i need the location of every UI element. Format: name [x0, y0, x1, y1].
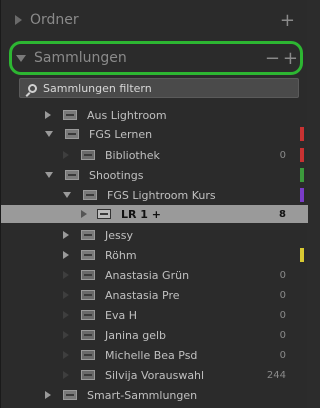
color-label-marker [300, 168, 304, 182]
collection-set-row[interactable]: Röhm [1, 246, 308, 264]
collection-icon [81, 270, 95, 280]
collections-panel: Ordner + Sammlungen − + Sammlungen filte… [0, 0, 308, 408]
row-label: Röhm [105, 248, 137, 262]
collection-icon [81, 150, 95, 160]
collection-set-row[interactable]: Smart-Sammlungen [1, 386, 308, 404]
disabled-triangle-icon [63, 291, 69, 299]
photo-count: 0 [279, 289, 286, 301]
collapse-triangle-icon[interactable] [16, 54, 26, 62]
collection-row[interactable]: Bibliothek 0 [1, 146, 308, 164]
filter-placeholder: Sammlungen filtern [43, 81, 152, 95]
row-label: LR 1 + [121, 207, 162, 221]
collection-filter-field[interactable]: Sammlungen filtern [19, 78, 299, 98]
collection-icon [97, 209, 111, 219]
color-label-marker [300, 248, 304, 262]
disabled-triangle-icon [63, 311, 69, 319]
collection-set-row[interactable]: FGS Lernen [1, 125, 308, 143]
collection-row[interactable]: Silvija Vorauswahl 244 [1, 366, 308, 384]
collection-set-icon [65, 170, 79, 180]
photo-count: 0 [279, 149, 286, 161]
collection-icon [81, 310, 95, 320]
collection-set-icon [65, 129, 79, 139]
photo-count: 0 [279, 309, 286, 321]
add-folder-button[interactable]: + [280, 10, 295, 31]
photo-count: 0 [279, 329, 286, 341]
smart-triangle-icon [81, 210, 87, 218]
collapse-triangle-icon[interactable] [45, 172, 53, 178]
collapse-triangle-icon[interactable] [63, 192, 71, 198]
collection-row[interactable]: Eva H 0 [1, 306, 308, 324]
photo-count: 0 [279, 349, 286, 361]
remove-collection-button[interactable]: − [265, 48, 280, 69]
collection-row[interactable]: Anastasia Pre 0 [1, 286, 308, 304]
color-label-marker [300, 127, 304, 141]
row-label: Bibliothek [105, 148, 160, 162]
photo-count: 0 [279, 269, 286, 281]
collection-set-icon [83, 190, 97, 200]
expand-triangle-icon[interactable] [63, 231, 69, 239]
collection-set-row[interactable]: Jessy [1, 226, 308, 244]
disabled-triangle-icon [63, 351, 69, 359]
add-collection-button[interactable]: + [283, 48, 298, 69]
collection-row[interactable]: Michelle Bea Psd 0 [1, 346, 308, 364]
disabled-triangle-icon [63, 271, 69, 279]
row-label: FGS Lightroom Kurs [107, 188, 216, 202]
collection-row[interactable]: Anastasia Grün 0 [1, 266, 308, 284]
smart-collection-set-icon [63, 390, 77, 400]
photo-count: 8 [279, 208, 286, 220]
collection-icon [81, 330, 95, 340]
row-label: Eva H [105, 308, 137, 322]
row-label: Smart-Sammlungen [87, 388, 198, 402]
sammlungen-header[interactable]: Sammlungen − + [9, 41, 303, 75]
row-label: Jessy [105, 228, 133, 242]
collection-row[interactable]: Janina gelb 0 [1, 326, 308, 344]
collection-set-icon [63, 110, 77, 120]
expand-triangle-icon[interactable] [63, 251, 69, 259]
ordner-header[interactable]: Ordner + [1, 4, 307, 36]
collection-set-row[interactable]: Aus Lightroom [1, 106, 308, 124]
color-label-marker [300, 148, 304, 162]
collection-set-row[interactable]: Shootings [1, 166, 308, 184]
disabled-triangle-icon [63, 331, 69, 339]
row-label: Shootings [89, 168, 144, 182]
sammlungen-title: Sammlungen [34, 50, 127, 66]
collapse-triangle-icon[interactable] [45, 131, 53, 137]
expand-triangle-icon[interactable] [45, 111, 51, 119]
row-label: Silvija Vorauswahl [105, 368, 205, 382]
row-label: Anastasia Grün [105, 268, 190, 282]
ordner-title: Ordner [30, 12, 79, 28]
collection-set-icon [81, 230, 95, 240]
color-label-marker [300, 188, 304, 202]
row-label: Janina gelb [105, 328, 167, 342]
expand-triangle-icon[interactable] [45, 391, 51, 399]
collection-row-selected[interactable]: LR 1 + 8 [1, 205, 308, 223]
disabled-triangle-icon [63, 151, 69, 159]
disabled-triangle-icon [63, 371, 69, 379]
row-label: Anastasia Pre [105, 288, 180, 302]
collection-icon [81, 290, 95, 300]
row-label: FGS Lernen [89, 127, 153, 141]
collection-set-icon [81, 250, 95, 260]
row-label: Michelle Bea Psd [105, 348, 198, 362]
search-icon [28, 83, 37, 93]
collection-icon [81, 350, 95, 360]
expand-triangle-icon[interactable] [15, 15, 22, 25]
collection-set-row[interactable]: FGS Lightroom Kurs [1, 186, 308, 204]
collection-icon [81, 370, 95, 380]
row-label: Aus Lightroom [87, 108, 167, 122]
photo-count: 244 [266, 369, 286, 381]
